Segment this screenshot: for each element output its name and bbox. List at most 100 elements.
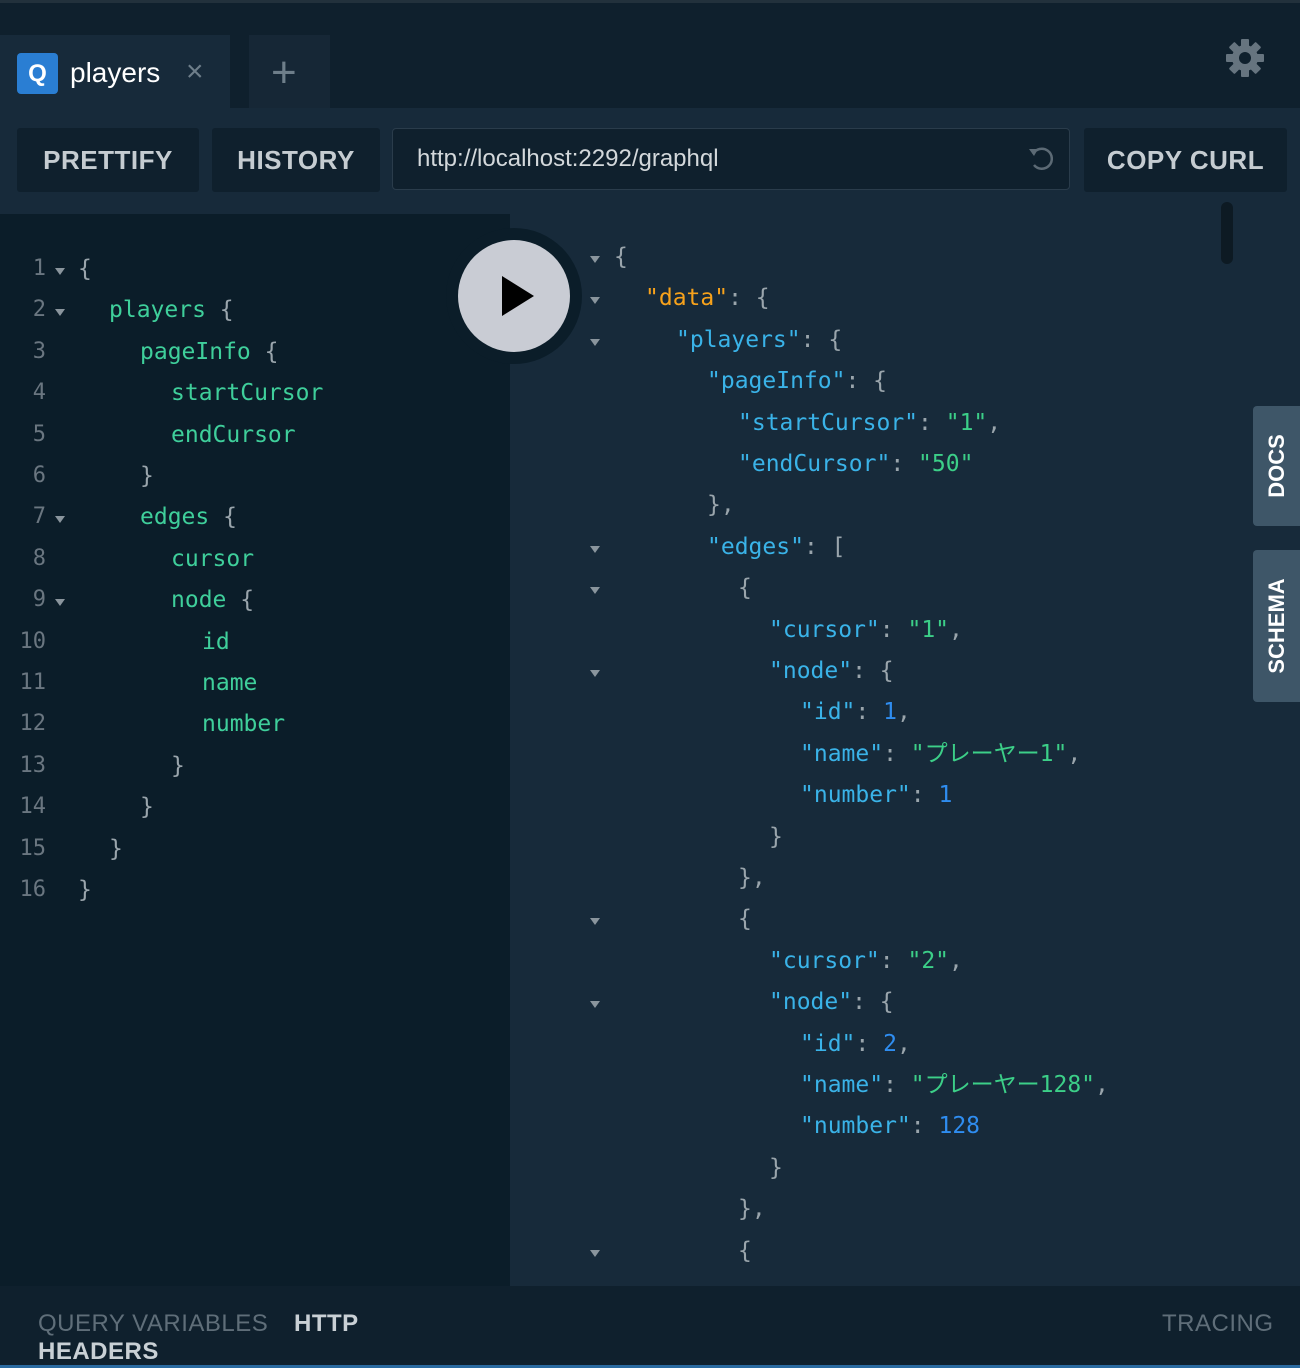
endpoint-url-field[interactable]: http://localhost:2292/graphql <box>392 128 1070 190</box>
code-line: } <box>78 875 92 905</box>
code-line: }, <box>738 863 766 893</box>
code-line: players { <box>109 295 234 325</box>
fold-arrow-icon[interactable] <box>590 1001 600 1009</box>
tab-bar: Q players × + <box>0 0 1300 111</box>
code-token: node <box>171 587 227 614</box>
code-token: 1 <box>883 699 897 726</box>
code-token: } <box>769 823 783 850</box>
code-line: "number": 128 <box>800 1111 980 1141</box>
code-line: edges { <box>140 502 237 532</box>
code-token: , <box>949 947 963 974</box>
code-line: } <box>109 834 123 864</box>
line-number: 3 <box>32 338 46 364</box>
http-headers-tab[interactable]: HTTP HEADERS <box>38 1310 378 1366</box>
code-token: { <box>738 906 752 933</box>
line-number: 1 <box>32 256 46 281</box>
fold-arrow-icon[interactable] <box>590 587 600 595</box>
fold-arrow-icon[interactable] <box>55 599 65 607</box>
history-button[interactable]: HISTORY <box>212 128 380 192</box>
code-line: "endCursor": "50" <box>738 449 973 479</box>
code-token: pageInfo <box>140 338 251 365</box>
query-editor[interactable]: 1{2 players {3 pageInfo {4 startCursor 5 endC… <box>0 214 510 1286</box>
fold-arrow-icon[interactable] <box>590 297 600 305</box>
code-token: : { <box>852 658 894 684</box>
code-token: }, <box>738 1196 766 1223</box>
code-line: "id": 1, <box>800 697 911 727</box>
new-tab-button[interactable]: + <box>249 35 330 111</box>
fold-arrow-icon[interactable] <box>590 338 600 346</box>
result-viewer: {"data": {"players": {"pageInfo": {"star… <box>510 214 1300 1286</box>
code-line: "number": 1 <box>800 780 952 810</box>
code-line: { <box>78 254 92 284</box>
code-line: pageInfo { <box>140 337 278 367</box>
run-query-button[interactable] <box>446 228 582 364</box>
code-line: "edges": [ <box>707 532 845 562</box>
line-number: 6 <box>32 463 46 488</box>
line-number: 12 <box>19 711 47 737</box>
line-number: 9 <box>32 587 46 613</box>
copy-curl-button[interactable]: COPY CURL <box>1084 128 1287 192</box>
code-line: "name": "プレーヤー1", <box>800 739 1081 769</box>
code-token: { <box>209 504 237 531</box>
code-token: "number" <box>800 782 911 809</box>
code-token: : <box>879 616 908 643</box>
code-token: { <box>205 297 234 324</box>
code-line: { <box>738 904 752 934</box>
fold-arrow-icon[interactable] <box>55 516 65 524</box>
code-token: { <box>250 338 279 365</box>
gear-icon[interactable] <box>1222 35 1268 81</box>
code-line: } <box>769 1153 783 1183</box>
code-token: "name" <box>800 740 884 767</box>
code-line: id <box>202 627 230 657</box>
tab-title: players <box>70 57 161 88</box>
code-line: number <box>202 709 285 739</box>
code-token: : { <box>728 285 770 312</box>
result-scrollbar[interactable] <box>1221 202 1233 264</box>
fold-arrow-icon[interactable] <box>590 670 600 677</box>
code-line: "data": { <box>645 283 770 313</box>
line-number: 2 <box>32 297 46 323</box>
code-token: "node" <box>769 658 853 684</box>
schema-tab-label: SCHEMA <box>1263 578 1289 674</box>
code-line: } <box>140 792 154 822</box>
close-icon[interactable]: × <box>186 57 204 87</box>
plus-icon: + <box>271 48 297 97</box>
fold-arrow-icon[interactable] <box>55 309 65 317</box>
schema-tab[interactable]: SCHEMA <box>1253 550 1300 702</box>
code-token: 1 <box>938 782 953 809</box>
fold-arrow-icon[interactable] <box>590 1249 600 1257</box>
code-token: : <box>918 409 946 436</box>
code-token: : { <box>800 326 843 353</box>
fold-arrow-icon[interactable] <box>590 918 600 926</box>
prettify-button[interactable]: PRETTIFY <box>17 128 199 192</box>
code-token: "1" <box>945 409 988 436</box>
code-token: } <box>171 752 185 779</box>
code-token: "name" <box>800 1072 884 1098</box>
tab-players[interactable]: Q players × <box>0 35 230 111</box>
line-number: 5 <box>32 421 46 447</box>
code-token: , <box>1095 1072 1109 1098</box>
reload-icon[interactable] <box>1025 143 1055 173</box>
code-token: "number" <box>800 1113 911 1140</box>
code-token: 2 <box>883 1030 897 1057</box>
code-token: "id" <box>800 1030 856 1057</box>
code-line: } <box>171 751 185 781</box>
fold-arrow-icon[interactable] <box>590 256 600 263</box>
docs-tab[interactable]: DOCS <box>1253 406 1300 526</box>
code-line: endCursor <box>171 420 296 450</box>
code-line: "node": { <box>769 656 894 686</box>
code-line: "node": { <box>769 987 894 1017</box>
fold-arrow-icon[interactable] <box>55 268 65 275</box>
code-token: , <box>987 409 1002 436</box>
code-line: "startCursor": "1", <box>738 408 1001 438</box>
fold-arrow-icon[interactable] <box>590 545 600 553</box>
code-token: : <box>890 451 919 477</box>
code-token: : <box>855 1030 884 1057</box>
code-line: }, <box>707 490 735 520</box>
code-token: { <box>226 587 255 614</box>
code-token: : <box>883 740 911 767</box>
code-line: cursor <box>171 544 254 574</box>
code-token: endCursor <box>171 421 296 448</box>
tracing-tab[interactable]: TRACING <box>1162 1310 1274 1338</box>
code-token: } <box>78 877 92 903</box>
